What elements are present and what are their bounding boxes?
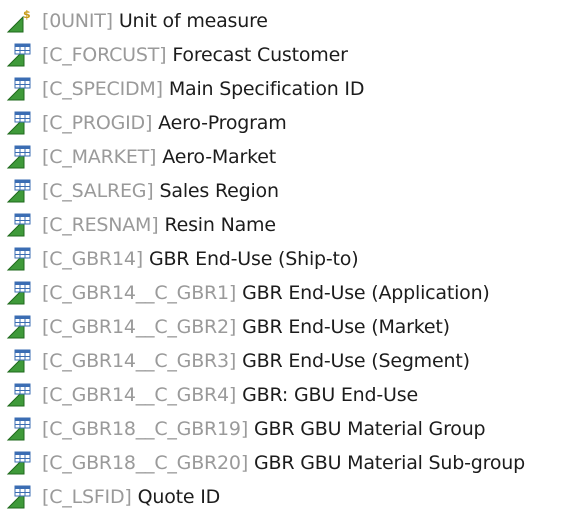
tree-item-c-gbr14[interactable]: [C_GBR14] GBR End-Use (Ship-to) [0,242,568,276]
tree-item-c-gbr14-c-gbr2[interactable]: [C_GBR14__C_GBR2] GBR End-Use (Market) [0,310,568,344]
item-label: Forecast Customer [172,44,348,66]
item-label: Resin Name [164,214,276,236]
tree-item-c-gbr14-c-gbr4[interactable]: [C_GBR14__C_GBR4] GBR: GBU End-Use [0,378,568,412]
item-label: Aero-Program [158,112,287,134]
svg-text:$: $ [23,8,31,21]
item-label: Main Specification ID [168,78,365,100]
unit-characteristic-icon: $ [6,7,34,35]
item-label: Aero-Market [162,146,276,168]
item-label: Sales Region [159,180,279,202]
item-label: GBR: GBU End-Use [242,384,418,406]
characteristic-icon [6,449,34,477]
item-code: [0UNIT] [42,10,113,32]
item-code: [C_LSFID] [42,486,132,508]
characteristic-icon [6,381,34,409]
tree-item-c-gbr18-c-gbr19[interactable]: [C_GBR18__C_GBR19] GBR GBU Material Grou… [0,412,568,446]
tree-item-c-market[interactable]: [C_MARKET] Aero-Market [0,140,568,174]
item-code: [C_MARKET] [42,146,157,168]
item-code: [C_SALREG] [42,180,154,202]
item-code: [C_GBR18__C_GBR20] [42,452,249,474]
characteristics-tree: $ [0UNIT] Unit of measure [C_FORCUST] Fo… [0,0,568,519]
item-label: GBR End-Use (Application) [242,282,490,304]
characteristic-icon [6,177,34,205]
item-code: [C_GBR14__C_GBR3] [42,350,237,372]
item-label: GBR End-Use (Market) [242,316,450,338]
item-code: [C_SPECIDM] [42,78,163,100]
item-label: GBR End-Use (Ship-to) [148,248,359,270]
tree-item-c-specidm[interactable]: [C_SPECIDM] Main Specification ID [0,72,568,106]
item-code: [C_GBR14__C_GBR4] [42,384,237,406]
tree-item-c-gbr14-c-gbr3[interactable]: [C_GBR14__C_GBR3] GBR End-Use (Segment) [0,344,568,378]
item-label: Unit of measure [118,10,268,32]
item-code: [C_GBR14] [42,248,143,270]
item-code: [C_GBR14__C_GBR2] [42,316,237,338]
tree-item-c-gbr18-c-gbr20[interactable]: [C_GBR18__C_GBR20] GBR GBU Material Sub-… [0,446,568,480]
characteristic-icon [6,109,34,137]
characteristic-icon [6,41,34,69]
item-code: [C_GBR18__C_GBR19] [42,418,249,440]
tree-item-c-gbr14-c-gbr1[interactable]: [C_GBR14__C_GBR1] GBR End-Use (Applicati… [0,276,568,310]
item-label: GBR End-Use (Segment) [242,350,470,372]
tree-item-c-lsfid[interactable]: [C_LSFID] Quote ID [0,480,568,514]
characteristic-icon [6,245,34,273]
item-code: [C_FORCUST] [42,44,167,66]
item-label: Quote ID [137,486,221,508]
characteristic-icon [6,75,34,103]
item-label: GBR GBU Material Sub-group [254,452,525,474]
characteristic-icon [6,313,34,341]
item-code: [C_GBR14__C_GBR1] [42,282,237,304]
characteristic-icon [6,211,34,239]
item-code: [C_PROGID] [42,112,153,134]
tree-item-c-resnam[interactable]: [C_RESNAM] Resin Name [0,208,568,242]
item-code: [C_RESNAM] [42,214,159,236]
tree-item-c-progid[interactable]: [C_PROGID] Aero-Program [0,106,568,140]
item-label: GBR GBU Material Group [254,418,486,440]
characteristic-icon [6,483,34,511]
characteristic-icon [6,143,34,171]
characteristic-icon [6,347,34,375]
tree-item-0unit[interactable]: $ [0UNIT] Unit of measure [0,4,568,38]
tree-item-c-salreg[interactable]: [C_SALREG] Sales Region [0,174,568,208]
characteristic-icon [6,279,34,307]
characteristic-icon [6,415,34,443]
tree-item-c-forcust[interactable]: [C_FORCUST] Forecast Customer [0,38,568,72]
